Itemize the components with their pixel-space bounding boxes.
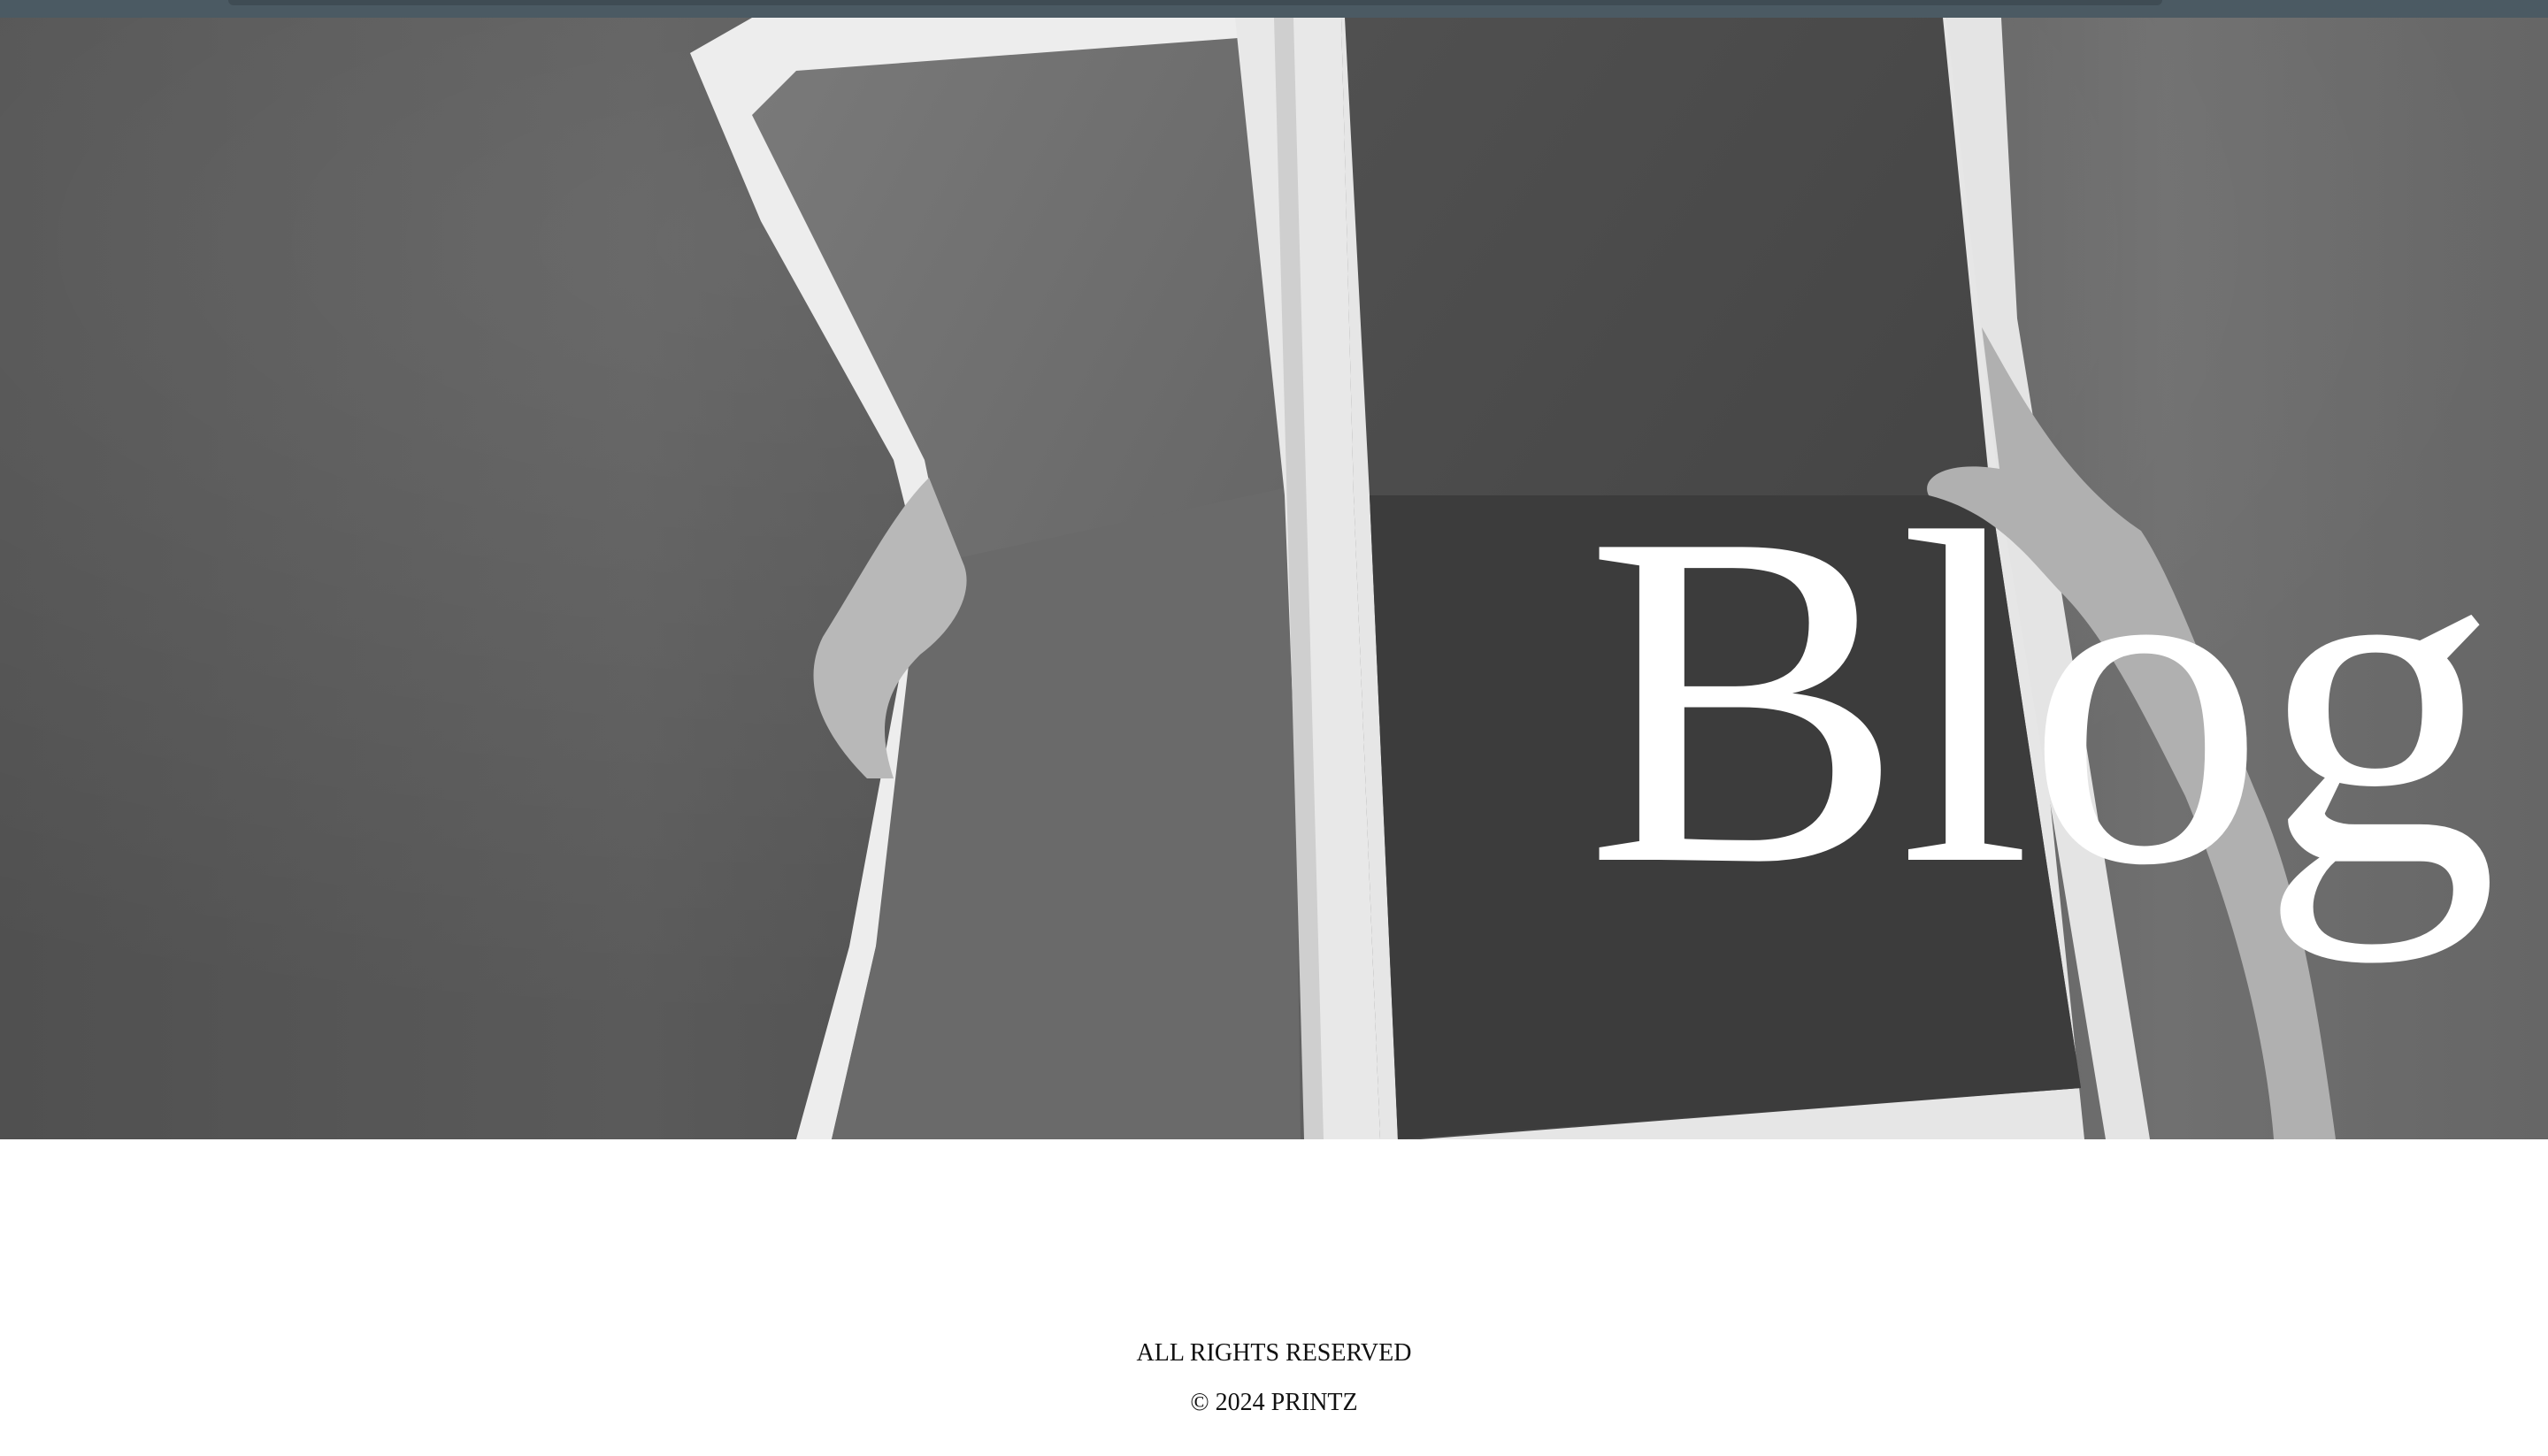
browser-top-bar bbox=[0, 0, 2548, 18]
footer-copyright-text: © 2024 PRINTZ bbox=[1190, 1389, 1358, 1416]
top-bar-handle bbox=[228, 0, 2162, 5]
footer-rights-text: ALL RIGHTS RESERVED bbox=[1136, 1339, 1412, 1367]
page-title: Blog bbox=[1585, 434, 2498, 963]
footer: ALL RIGHTS RESERVED © 2024 PRINTZ bbox=[0, 1139, 2548, 1456]
hero-banner: Blog bbox=[0, 18, 2548, 1139]
